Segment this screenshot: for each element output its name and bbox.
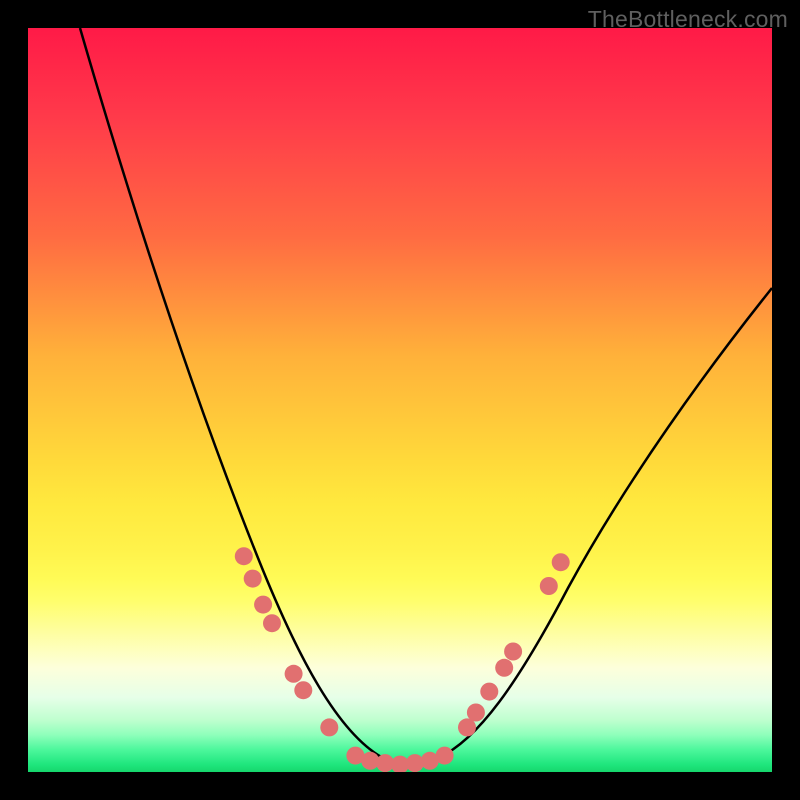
- data-marker: [504, 643, 522, 661]
- watermark-text: TheBottleneck.com: [588, 6, 788, 33]
- data-marker: [552, 553, 570, 571]
- marker-group: [235, 547, 570, 772]
- bottleneck-curve: [80, 28, 772, 764]
- data-marker: [495, 659, 513, 677]
- data-marker: [436, 747, 454, 765]
- data-marker: [263, 614, 281, 632]
- data-marker: [320, 718, 338, 736]
- data-marker: [244, 570, 262, 588]
- data-marker: [285, 665, 303, 683]
- curve-layer: [28, 28, 772, 772]
- data-marker: [254, 596, 272, 614]
- data-marker: [480, 683, 498, 701]
- data-marker: [235, 547, 253, 565]
- chart-frame: TheBottleneck.com: [0, 0, 800, 800]
- plot-area: [28, 28, 772, 772]
- data-marker: [540, 577, 558, 595]
- data-marker: [467, 704, 485, 722]
- data-marker: [294, 681, 312, 699]
